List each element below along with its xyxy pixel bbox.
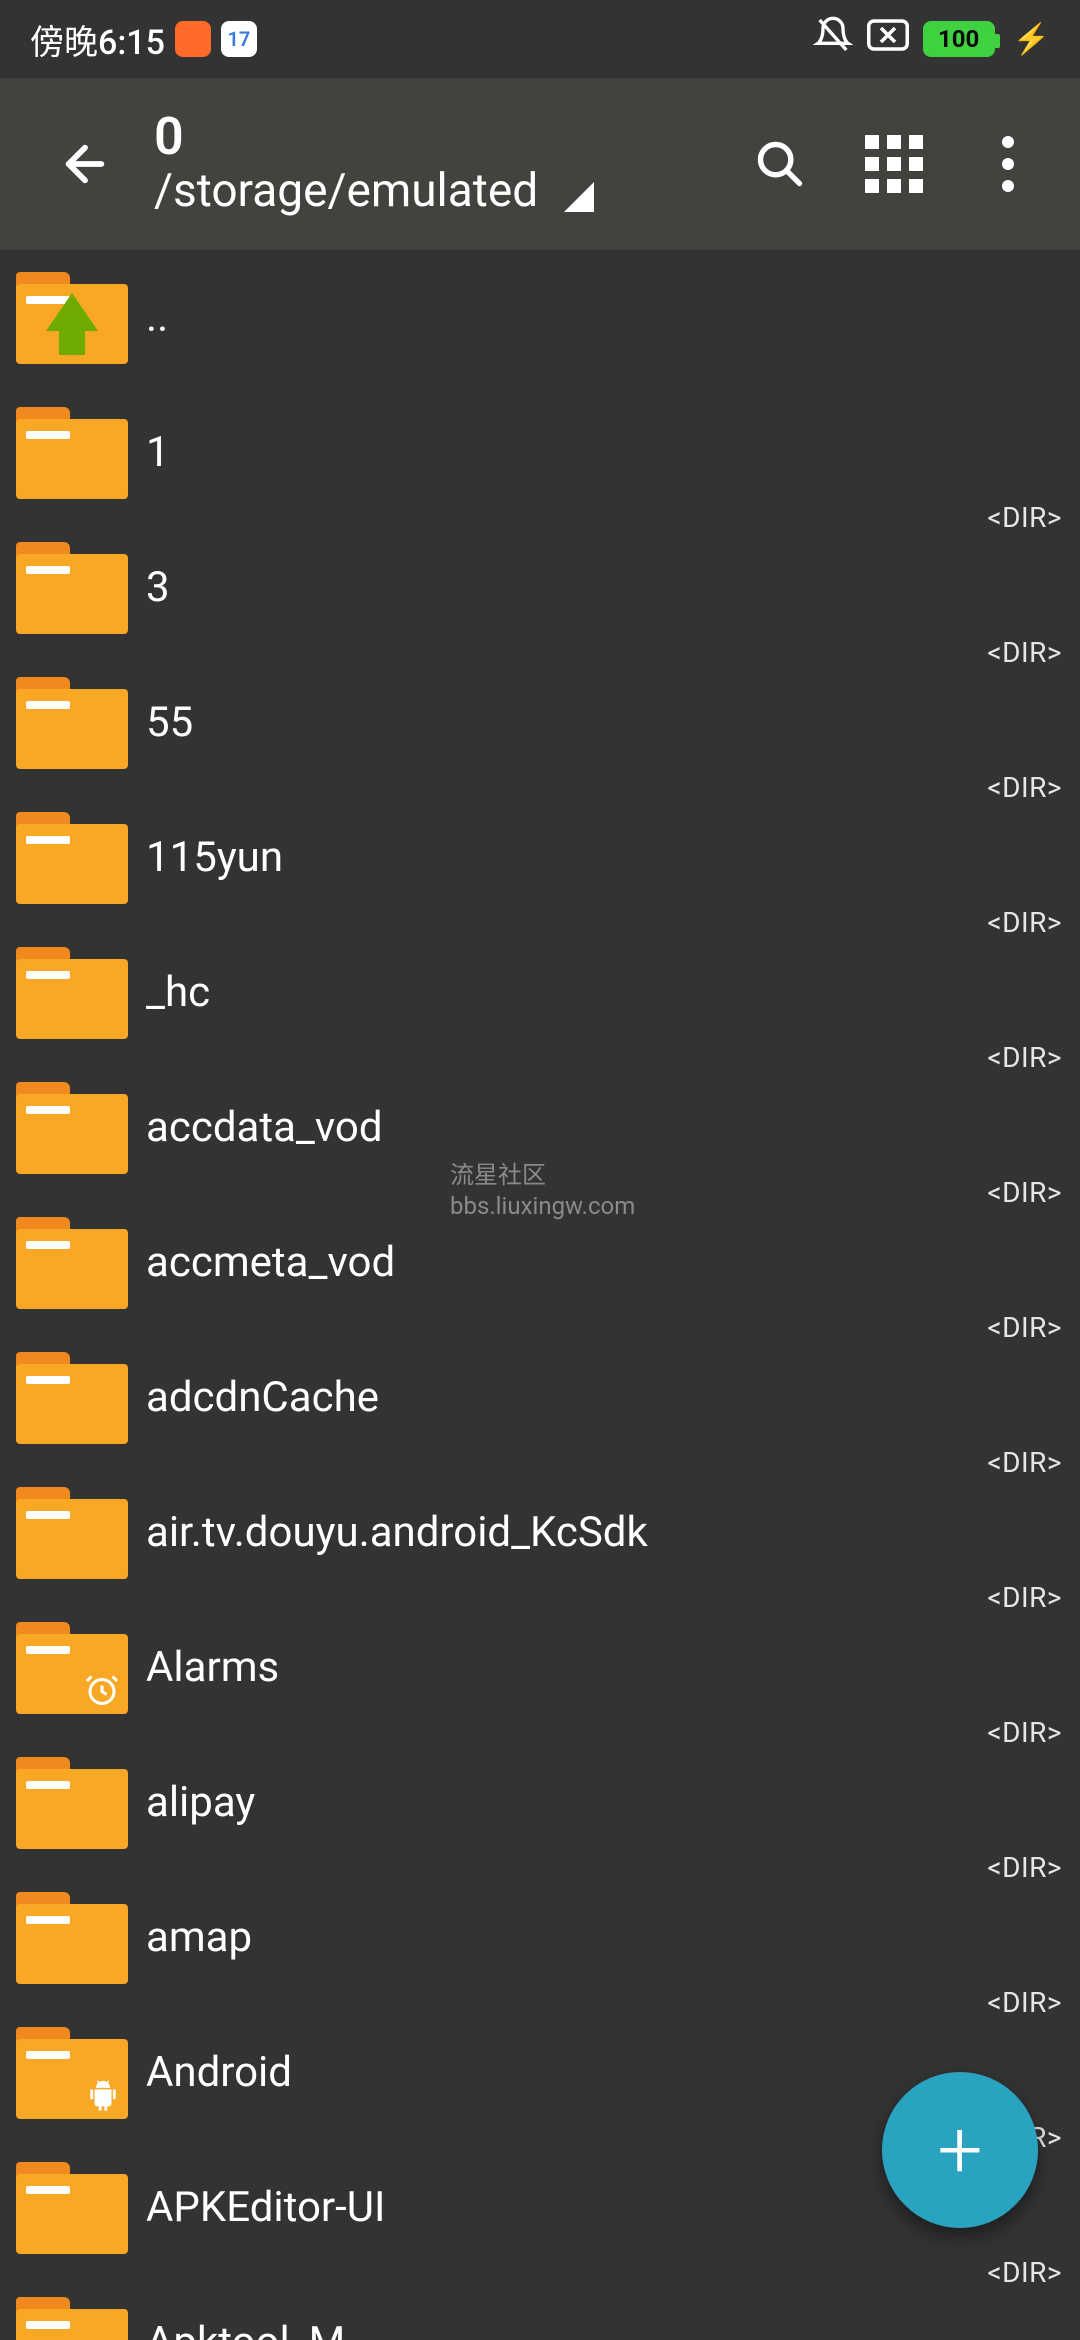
status-bar: 傍晚6:15 17 100 ⚡	[0, 0, 1080, 78]
close-box-icon	[867, 18, 909, 61]
path-dropdown-icon[interactable]	[564, 182, 594, 212]
item-name: 115yun	[128, 833, 1062, 882]
folder-icon	[16, 2027, 128, 2119]
folder-icon	[16, 407, 128, 499]
item-name: amap	[128, 1913, 1062, 1962]
list-item[interactable]: 55<DIR>	[0, 655, 1080, 790]
more-menu-button[interactable]	[972, 128, 1044, 200]
item-name: air.tv.douyu.android_KcSdk	[128, 1508, 1062, 1557]
list-item[interactable]: accdata_vod<DIR>	[0, 1060, 1080, 1195]
charging-icon: ⚡	[1013, 22, 1050, 57]
folder-icon	[16, 947, 128, 1039]
list-item[interactable]: ..	[0, 250, 1080, 385]
item-name: _hc	[128, 968, 1062, 1017]
file-list[interactable]: .. 1<DIR>3<DIR>55<DIR>115yun<DIR>_hc<DIR>…	[0, 250, 1080, 2340]
item-name: 3	[128, 563, 1062, 612]
more-vert-icon	[1002, 136, 1014, 192]
list-item[interactable]: 115yun<DIR>	[0, 790, 1080, 925]
app-bar: 0 /storage/emulated	[0, 78, 1080, 250]
folder-icon	[16, 542, 128, 634]
status-calendar-icon: 17	[221, 21, 257, 57]
list-item[interactable]: _hc<DIR>	[0, 925, 1080, 1060]
folder-icon	[16, 1487, 128, 1579]
current-folder-name: 0	[154, 110, 744, 165]
item-name: Alarms	[128, 1643, 1062, 1692]
item-name: 55	[128, 698, 1062, 747]
list-item[interactable]: 3<DIR>	[0, 520, 1080, 655]
folder-icon	[16, 1082, 128, 1174]
title-block[interactable]: 0 /storage/emulated	[130, 110, 744, 219]
list-item[interactable]: air.tv.douyu.android_KcSdk<DIR>	[0, 1465, 1080, 1600]
folder-icon	[16, 2297, 128, 2340]
item-name: accmeta_vod	[128, 1238, 1062, 1287]
folder-icon	[16, 677, 128, 769]
clock-icon	[84, 1672, 120, 1708]
folder-icon	[16, 272, 128, 364]
add-fab[interactable]: +	[882, 2072, 1038, 2228]
search-button[interactable]	[744, 128, 816, 200]
current-path: /storage/emulated	[154, 164, 538, 218]
status-right: 100 ⚡	[813, 15, 1050, 64]
item-name: accdata_vod	[128, 1103, 1062, 1152]
folder-icon	[16, 1622, 128, 1714]
list-item[interactable]: Apktool_M	[0, 2275, 1080, 2340]
item-name: alipay	[128, 1778, 1062, 1827]
back-button[interactable]	[40, 119, 130, 209]
android-icon	[86, 2077, 120, 2113]
list-item[interactable]: Alarms<DIR>	[0, 1600, 1080, 1735]
battery-icon: 100	[923, 21, 995, 57]
folder-icon	[16, 1757, 128, 1849]
status-left: 傍晚6:15 17	[30, 15, 257, 64]
item-name: ..	[128, 293, 1062, 342]
list-item[interactable]: alipay<DIR>	[0, 1735, 1080, 1870]
list-item[interactable]: adcdnCache<DIR>	[0, 1330, 1080, 1465]
list-item[interactable]: amap<DIR>	[0, 1870, 1080, 2005]
item-name: Apktool_M	[128, 2318, 1062, 2340]
folder-icon	[16, 1217, 128, 1309]
status-time: 傍晚6:15	[30, 15, 165, 64]
item-name: adcdnCache	[128, 1373, 1062, 1422]
list-item[interactable]: accmeta_vod<DIR>	[0, 1195, 1080, 1330]
grid-icon	[865, 135, 923, 193]
up-arrow-icon	[46, 293, 98, 331]
mute-icon	[813, 15, 853, 64]
item-name: 1	[128, 428, 1062, 477]
status-app-icon-1	[175, 21, 211, 57]
list-item[interactable]: 1<DIR>	[0, 385, 1080, 520]
folder-icon	[16, 1352, 128, 1444]
folder-icon	[16, 1892, 128, 1984]
grid-view-button[interactable]	[858, 128, 930, 200]
folder-icon	[16, 812, 128, 904]
plus-icon: +	[937, 2103, 982, 2197]
folder-icon	[16, 2162, 128, 2254]
